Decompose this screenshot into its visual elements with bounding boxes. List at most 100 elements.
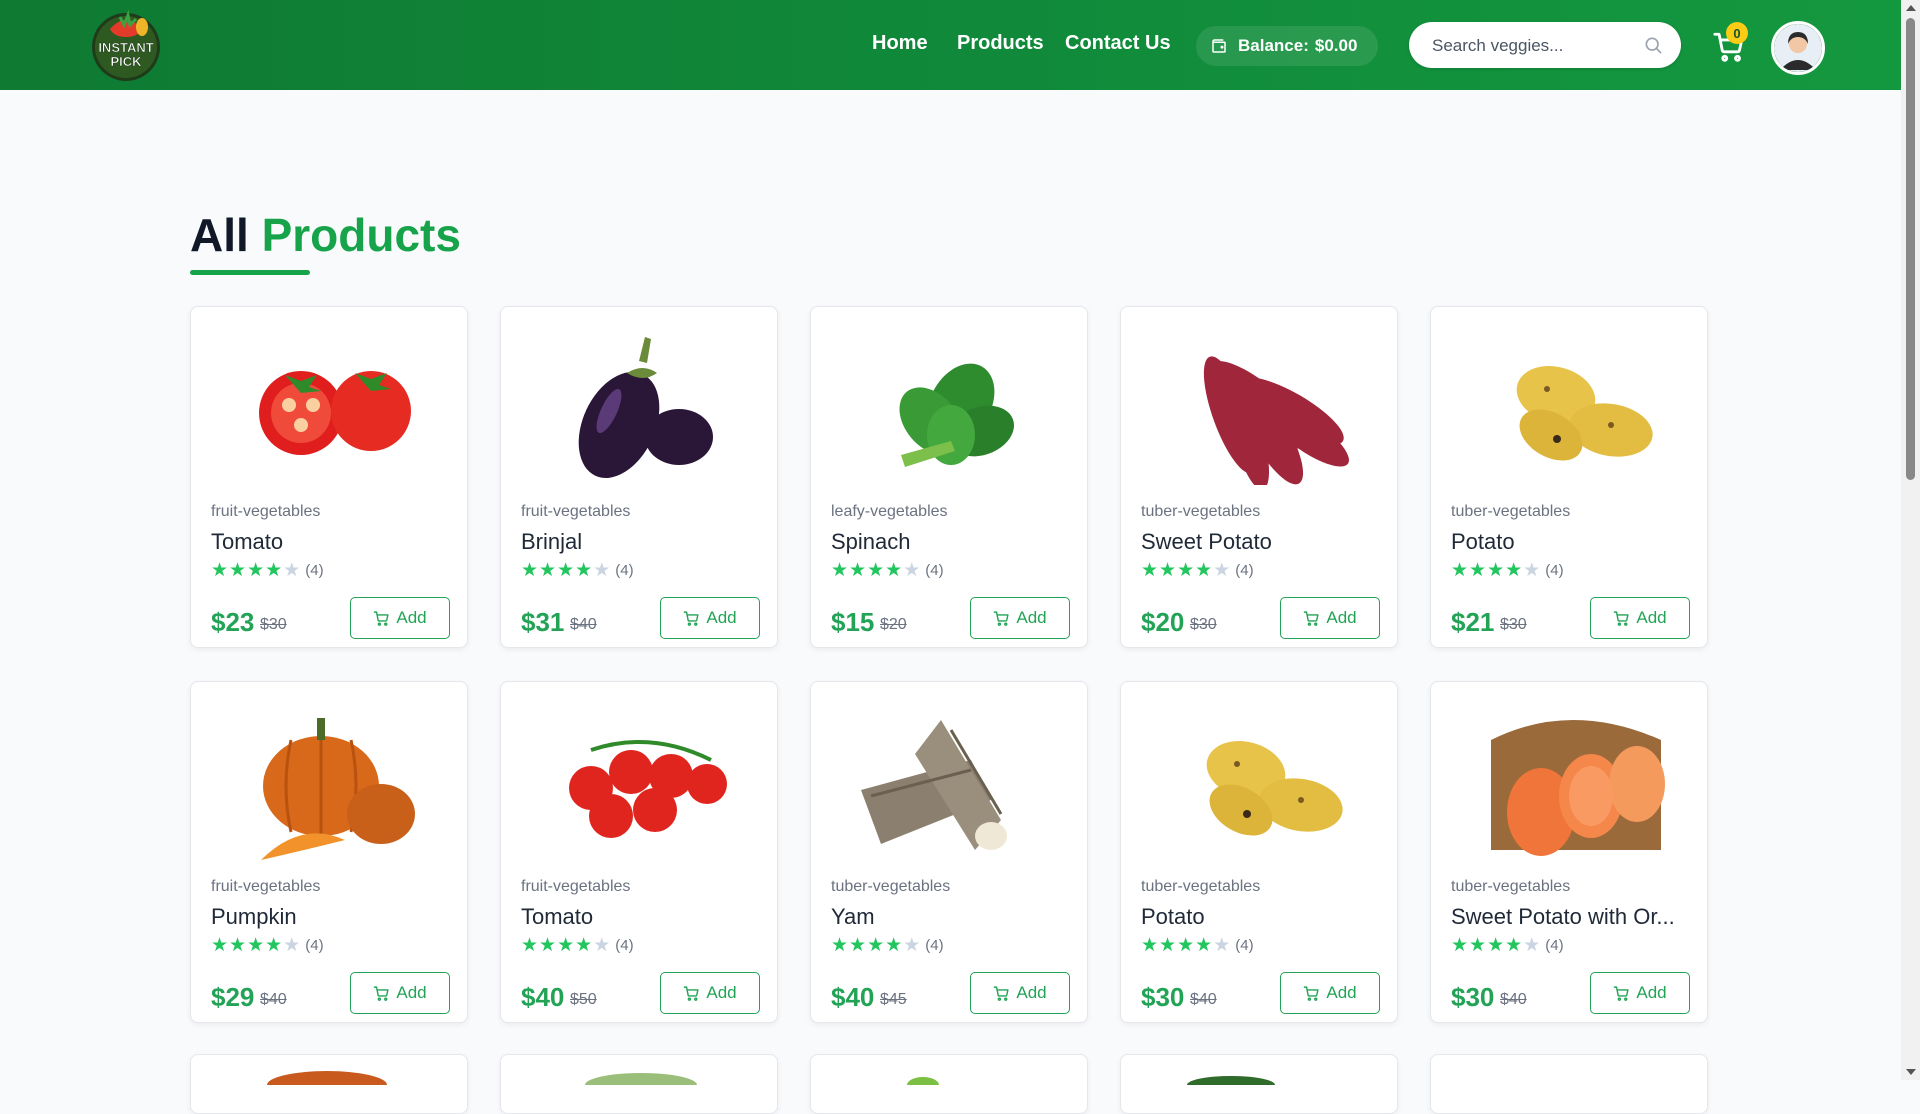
star-icon: ★ [1159,560,1177,581]
product-card[interactable]: tuber-vegetables Sweet Potato with Or... ★… [1430,681,1708,1023]
sweet-potato-image[interactable] [1151,325,1369,485]
add-to-cart-button[interactable]: Add [1590,597,1690,639]
product-category: fruit-vegetables [521,878,631,895]
add-to-cart-button[interactable]: Add [970,972,1070,1014]
product-name[interactable]: Spinach [831,529,1071,555]
product-category: tuber-vegetables [1451,878,1571,895]
product-rating: ★ ★ ★ ★ ★ (4) [1141,936,1254,955]
product-category: fruit-vegetables [211,878,321,895]
star-icon: ★ [903,560,921,581]
navbar: INSTANT PICK Home Products Contact Us Ba… [0,0,1901,90]
star-icon: ★ [1141,935,1159,956]
product-name[interactable]: Tomato [211,529,451,555]
product-card-partial[interactable] [1430,1054,1708,1114]
spinach-image[interactable] [841,325,1059,485]
instant-pick-logo[interactable]: INSTANT PICK [88,7,164,83]
original-price: $40 [1500,991,1527,1008]
product-card-partial[interactable] [810,1054,1088,1114]
product-card[interactable]: fruit-vegetables Tomato ★ ★ ★ ★ ★ (4) $23 $30 Add [190,306,468,648]
cart-icon [1614,610,1629,626]
product-name[interactable]: Sweet Potato with Or... [1451,904,1691,930]
add-to-cart-button[interactable]: Add [660,972,760,1014]
eggplant-image[interactable] [531,325,749,485]
star-icon: ★ [283,560,301,581]
star-icon: ★ [1213,935,1231,956]
original-price: $50 [570,991,597,1008]
search-icon[interactable] [1643,35,1663,55]
pumpkin-image[interactable] [221,700,439,860]
star-icon: ★ [521,560,539,581]
product-rating: ★ ★ ★ ★ ★ (4) [1451,936,1564,955]
star-icon: ★ [1505,935,1523,956]
star-icon: ★ [885,935,903,956]
user-avatar[interactable] [1771,21,1825,75]
original-price: $30 [260,616,287,633]
search-box[interactable] [1409,22,1681,68]
product-card[interactable]: tuber-vegetables Potato ★ ★ ★ ★ ★ (4) $30 $40 Add [1120,681,1398,1023]
product-price: $23 [211,607,255,637]
product-category: tuber-vegetables [1141,503,1261,520]
star-icon: ★ [539,935,557,956]
page-title-word1: All [190,209,249,261]
add-to-cart-button[interactable]: Add [350,597,450,639]
product-card[interactable]: tuber-vegetables Potato ★ ★ ★ ★ ★ (4) $21 $30 Add [1430,306,1708,648]
product-name[interactable]: Tomato [521,904,761,930]
orange-sweet-potato-image[interactable] [1461,700,1679,860]
add-button-label: Add [396,608,427,627]
product-name[interactable]: Potato [1141,904,1381,930]
star-icon: ★ [1141,560,1159,581]
product-name[interactable]: Brinjal [521,529,761,555]
product-name[interactable]: Yam [831,904,1071,930]
add-to-cart-button[interactable]: Add [1280,597,1380,639]
product-card[interactable]: fruit-vegetables Brinjal ★ ★ ★ ★ ★ (4) $31 $40 Add [500,306,778,648]
product-category: leafy-vegetables [831,503,948,520]
product-category: tuber-vegetables [1141,878,1261,895]
add-to-cart-button[interactable]: Add [970,597,1070,639]
add-button-label: Add [396,983,427,1002]
potato-image[interactable] [1151,700,1369,860]
product-name[interactable]: Pumpkin [211,904,451,930]
product-card-partial[interactable] [1120,1054,1398,1114]
search-input[interactable] [1430,34,1634,58]
potato-image[interactable] [1461,325,1679,485]
star-icon: ★ [1505,560,1523,581]
cherry-tomato-image[interactable] [531,700,749,860]
star-icon: ★ [831,935,849,956]
product-card-partial[interactable] [500,1054,778,1114]
product-card[interactable]: tuber-vegetables Sweet Potato ★ ★ ★ ★ ★ (4) $20 $… [1120,306,1398,648]
user-avatar-icon [1774,24,1822,72]
add-to-cart-button[interactable]: Add [1590,972,1690,1014]
review-count: (4) [1545,937,1564,954]
scroll-up-arrow-icon[interactable] [1906,5,1916,11]
nav-products-link[interactable]: Products [957,32,1044,55]
review-count: (4) [1235,562,1254,579]
star-icon: ★ [885,560,903,581]
add-to-cart-button[interactable]: Add [1280,972,1380,1014]
yam-image[interactable] [841,700,1059,860]
star-icon: ★ [1523,560,1541,581]
nav-home-link[interactable]: Home [872,32,928,55]
scroll-down-arrow-icon[interactable] [1906,1069,1916,1075]
product-name[interactable]: Sweet Potato [1141,529,1381,555]
star-icon: ★ [283,935,301,956]
product-card[interactable]: tuber-vegetables Yam ★ ★ ★ ★ ★ (4) $40 $45 Add [810,681,1088,1023]
add-to-cart-button[interactable]: Add [660,597,760,639]
product-card-partial[interactable] [190,1054,468,1114]
product-price: $40 [831,982,875,1012]
product-name[interactable]: Potato [1451,529,1691,555]
logo-line2: PICK [110,54,142,69]
nav-contact-link[interactable]: Contact Us [1065,32,1171,55]
add-to-cart-button[interactable]: Add [350,972,450,1014]
product-card[interactable]: fruit-vegetables Pumpkin ★ ★ ★ ★ ★ (4) $29 $40 Add [190,681,468,1023]
tomato-image[interactable] [221,325,439,485]
product-price: $15 [831,607,875,637]
star-icon: ★ [849,560,867,581]
scrollbar-thumb[interactable] [1906,18,1915,480]
star-icon: ★ [1469,560,1487,581]
cart-count-badge: 0 [1726,22,1748,44]
product-card[interactable]: leafy-vegetables Spinach ★ ★ ★ ★ ★ (4) $15 $20 Add [810,306,1088,648]
review-count: (4) [1545,562,1564,579]
page-scrollbar[interactable] [1901,0,1920,1080]
star-icon: ★ [229,935,247,956]
product-card[interactable]: fruit-vegetables Tomato ★ ★ ★ ★ ★ (4) $40 $50 Add [500,681,778,1023]
